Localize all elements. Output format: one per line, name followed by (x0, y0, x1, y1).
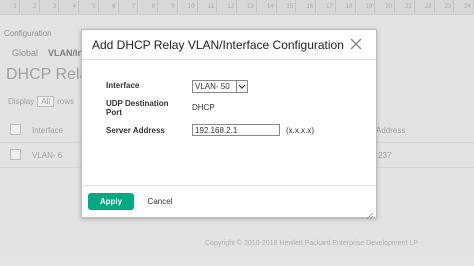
resize-handle-icon[interactable] (366, 207, 374, 220)
dialog-title: Add DHCP Relay VLAN/Interface Configurat… (92, 38, 344, 52)
cancel-button[interactable]: Cancel (144, 193, 176, 210)
close-button[interactable] (348, 36, 364, 52)
header-divider (82, 59, 376, 60)
close-icon (350, 38, 362, 50)
apply-button[interactable]: Apply (88, 193, 134, 210)
server-address-input[interactable]: 192.168.2.1 (192, 124, 280, 136)
server-address-label: Server Address (106, 126, 165, 135)
udp-port-label-line2: Port (106, 108, 122, 117)
footer-divider (82, 185, 376, 186)
chevron-down-icon (236, 81, 247, 92)
interface-select[interactable]: VLAN- 50 (192, 80, 248, 93)
server-address-hint: (x.x.x.x) (286, 126, 314, 135)
udp-port-value: DHCP (192, 103, 215, 112)
udp-port-label-line1: UDP Destination (106, 99, 169, 108)
add-dhcp-relay-dialog: Add DHCP Relay VLAN/Interface Configurat… (81, 29, 377, 220)
interface-label: Interface (106, 81, 140, 90)
interface-select-value: VLAN- 50 (195, 82, 230, 91)
